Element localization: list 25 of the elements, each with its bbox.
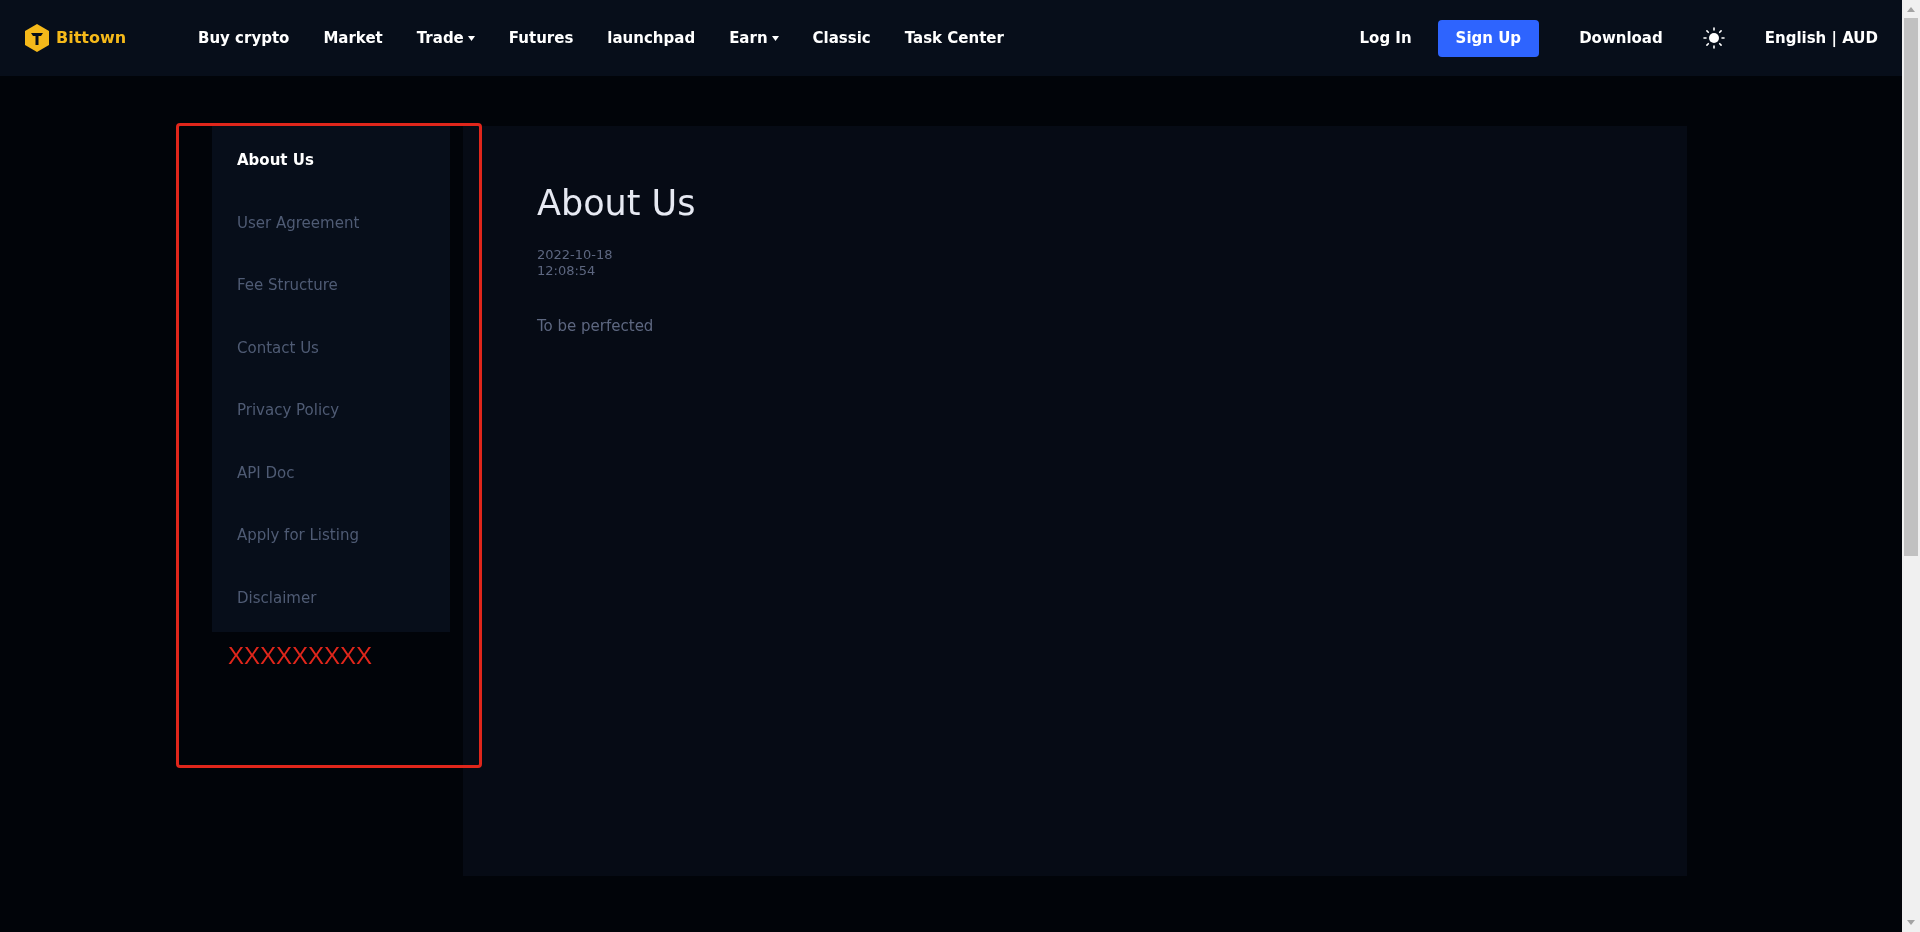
download-link[interactable]: Download <box>1579 26 1663 50</box>
sidebar-item[interactable]: About Us <box>212 129 450 192</box>
nav-link[interactable]: Trade <box>416 26 475 50</box>
language-currency-selector[interactable]: English | AUD <box>1764 26 1878 50</box>
article-time: 12:08:54 <box>537 263 597 279</box>
scrollbar[interactable] <box>1902 0 1920 932</box>
scrollbar-thumb[interactable] <box>1904 18 1918 556</box>
nav-link[interactable]: Earn <box>729 26 779 50</box>
nav-link[interactable]: Futures <box>508 26 574 50</box>
sign-up-button[interactable]: Sign Up <box>1437 19 1540 57</box>
theme-sun-icon[interactable] <box>1702 27 1725 49</box>
logo-icon <box>24 23 50 53</box>
caret-icon <box>771 35 779 41</box>
nav-link[interactable]: Market <box>323 26 383 50</box>
article-title: About Us <box>537 182 696 225</box>
article-date: 2022-10-18 <box>537 247 613 263</box>
nav-link[interactable]: Classic <box>812 26 871 50</box>
nav-link[interactable]: Buy crypto <box>198 26 290 50</box>
brand-name[interactable]: Bittown <box>56 26 127 50</box>
caret-icon <box>467 35 475 41</box>
article-body: To be perfected <box>537 316 654 337</box>
annotation-text: XXXXXXXXX <box>228 641 373 671</box>
login-link[interactable]: Log In <box>1359 26 1412 50</box>
nav-link[interactable]: launchpad <box>607 26 696 50</box>
nav-link[interactable]: Task Center <box>904 26 1004 50</box>
